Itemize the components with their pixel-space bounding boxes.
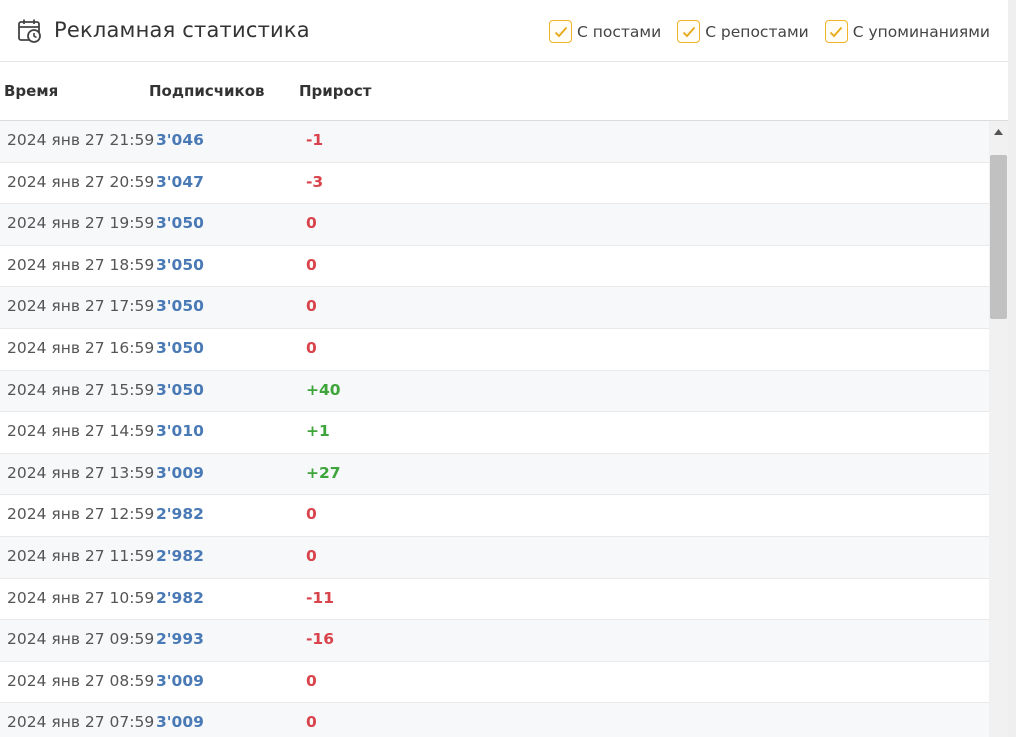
stats-table-body: 2024 янв 27 21:59 3'046 -1 2024 янв 27 20:5…	[0, 121, 989, 737]
filter-mentions[interactable]: С упоминаниями	[824, 20, 990, 43]
row-subscribers: 2'982	[156, 546, 204, 565]
row-time: 2024 янв 27 21:59	[7, 131, 155, 149]
table-row: 2024 янв 27 08:59 3'009 0	[0, 661, 989, 704]
row-growth: 0	[306, 255, 317, 274]
checkbox-posts[interactable]	[549, 20, 572, 43]
table-row: 2024 янв 27 14:59 3'010 +1	[0, 412, 989, 454]
row-growth: 0	[306, 671, 317, 690]
row-time: 2024 янв 27 20:59	[7, 172, 155, 191]
table-row: 2024 янв 27 10:59 2'982 -11	[0, 578, 989, 621]
row-subscribers: 3'050	[156, 380, 204, 399]
table-row: 2024 янв 27 07:59 3'009 0	[0, 703, 989, 737]
row-growth: -1	[306, 131, 324, 149]
row-time: 2024 янв 27 10:59	[7, 588, 155, 607]
row-growth: -11	[306, 588, 335, 607]
page-title: Рекламная статистика	[54, 18, 310, 42]
calendar-clock-icon	[18, 19, 41, 43]
row-subscribers: 3'050	[156, 255, 204, 274]
row-growth: 0	[306, 546, 317, 565]
row-growth: -3	[306, 172, 324, 191]
stats-header: Рекламная статистика С постами С репоста…	[0, 0, 1008, 62]
row-time: 2024 янв 27 17:59	[7, 297, 155, 316]
row-time: 2024 янв 27 13:59	[7, 463, 155, 482]
table-row: 2024 янв 27 11:59 2'982 0	[0, 536, 989, 579]
row-growth: 0	[306, 297, 317, 316]
table-row: 2024 янв 27 21:59 3'046 -1	[0, 121, 989, 163]
row-subscribers: 3'046	[156, 131, 204, 149]
row-subscribers: 3'009	[156, 713, 204, 732]
row-subscribers: 3'009	[156, 463, 204, 482]
table-row: 2024 янв 27 20:59 3'047 -3	[0, 162, 989, 205]
table-row: 2024 янв 27 09:59 2'993 -16	[0, 620, 989, 662]
row-time: 2024 янв 27 09:59	[7, 630, 155, 649]
row-time: 2024 янв 27 14:59	[7, 422, 155, 441]
table-row: 2024 янв 27 13:59 3'009 +27	[0, 453, 989, 496]
row-growth: -16	[306, 630, 335, 649]
row-growth: +1	[306, 422, 330, 441]
row-subscribers: 2'982	[156, 588, 204, 607]
table-row: 2024 янв 27 19:59 3'050 0	[0, 204, 989, 246]
row-time: 2024 янв 27 12:59	[7, 505, 155, 524]
table-header: Время Подписчиков Прирост	[0, 63, 1008, 121]
checkbox-reposts[interactable]	[677, 20, 701, 43]
filter-label: С упоминаниями	[852, 22, 990, 41]
filter-reposts[interactable]: С репостами	[677, 20, 809, 43]
row-subscribers: 2'993	[156, 630, 204, 649]
row-time: 2024 янв 27 08:59	[7, 671, 155, 690]
column-header-growth[interactable]: Прирост	[299, 82, 371, 100]
row-time: 2024 янв 27 11:59	[7, 546, 155, 565]
row-time: 2024 янв 27 16:59	[7, 338, 155, 357]
check-icon	[554, 26, 567, 37]
table-row: 2024 янв 27 12:59 2'982 0	[0, 495, 989, 537]
row-subscribers: 3'047	[156, 172, 204, 191]
page-edge	[1008, 0, 1016, 737]
row-growth: 0	[306, 214, 317, 233]
scrollbar-thumb[interactable]	[990, 155, 1007, 319]
row-growth: 0	[306, 338, 317, 357]
row-subscribers: 3'010	[156, 422, 204, 441]
row-time: 2024 янв 27 19:59	[7, 214, 155, 233]
row-subscribers: 2'982	[156, 505, 204, 524]
row-time: 2024 янв 27 07:59	[7, 713, 155, 732]
row-growth: +40	[306, 380, 341, 399]
filter-posts[interactable]: С постами	[549, 20, 661, 43]
column-header-subscribers[interactable]: Подписчиков	[149, 82, 265, 100]
row-time: 2024 янв 27 18:59	[7, 255, 155, 274]
row-subscribers: 3'009	[156, 671, 204, 690]
checkbox-mentions[interactable]	[824, 20, 848, 43]
row-growth: +27	[306, 463, 341, 482]
filter-label: С репостами	[705, 22, 809, 41]
check-icon	[830, 26, 843, 37]
table-row: 2024 янв 27 16:59 3'050 0	[0, 328, 989, 371]
row-subscribers: 3'050	[156, 338, 204, 357]
row-growth: 0	[306, 505, 317, 524]
check-icon	[682, 26, 695, 37]
table-row: 2024 янв 27 17:59 3'050 0	[0, 287, 989, 329]
filter-label: С постами	[577, 22, 662, 41]
filter-group: С постами С репостами С упоминаниями	[549, 20, 990, 43]
table-row: 2024 янв 27 15:59 3'050 +40	[0, 370, 989, 413]
row-subscribers: 3'050	[156, 214, 204, 233]
row-time: 2024 янв 27 15:59	[7, 380, 155, 399]
scroll-up-arrow-icon[interactable]	[989, 121, 1008, 143]
column-header-time[interactable]: Время	[4, 82, 58, 100]
row-subscribers: 3'050	[156, 297, 204, 316]
row-growth: 0	[306, 713, 317, 732]
table-row: 2024 янв 27 18:59 3'050 0	[0, 245, 989, 288]
vertical-scrollbar[interactable]	[989, 121, 1008, 737]
